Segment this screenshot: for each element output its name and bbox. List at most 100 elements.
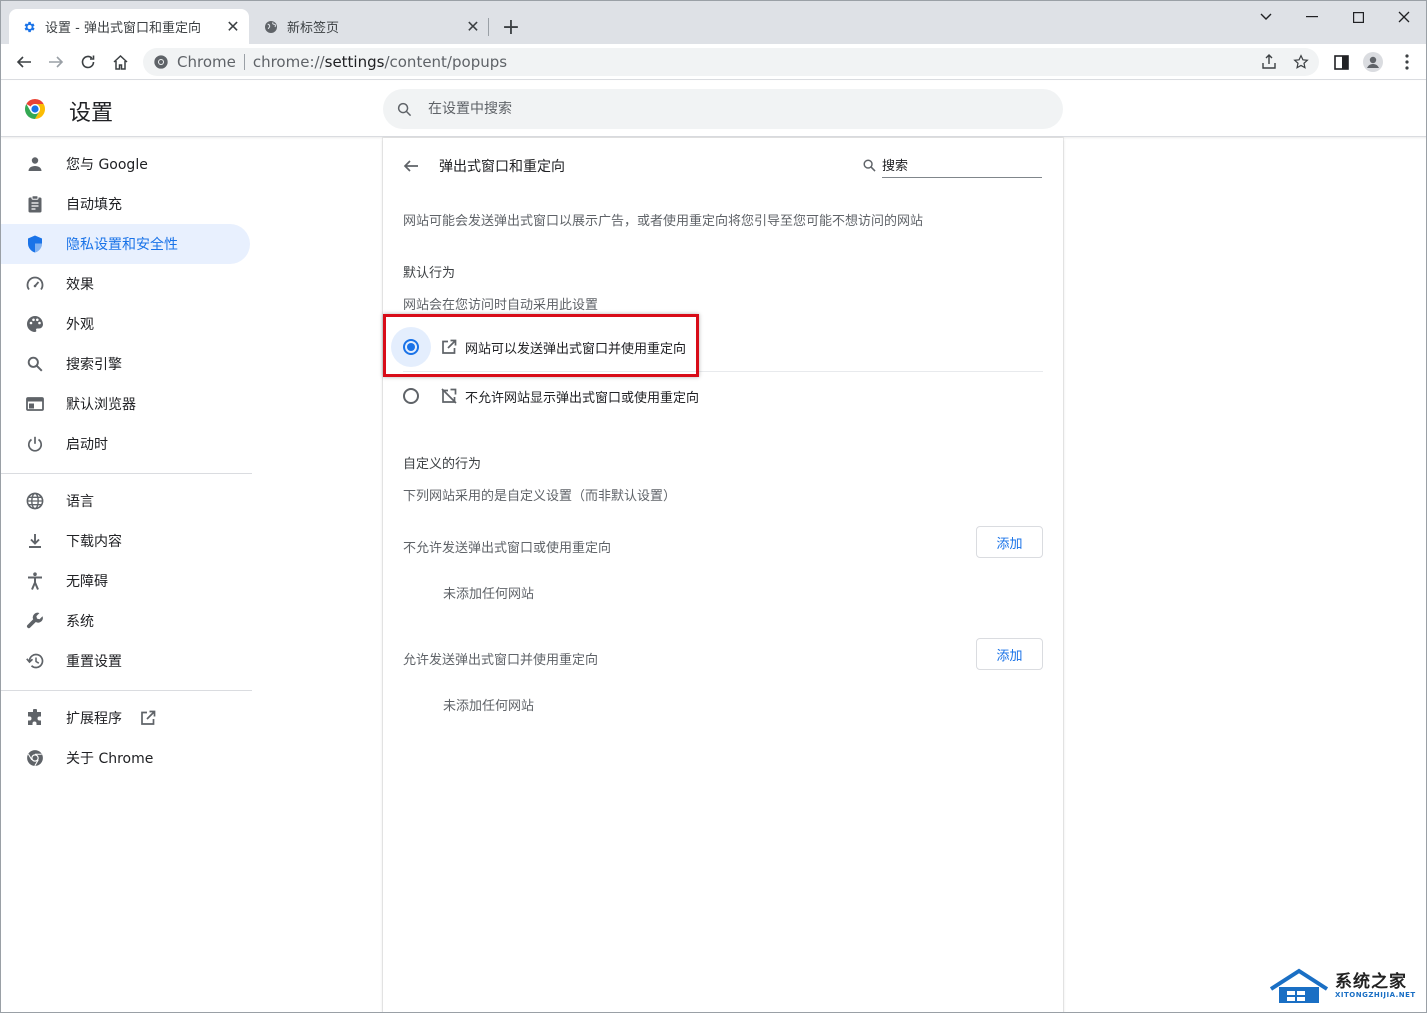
toolbar: Chrome chrome://settings/content/popups	[1, 44, 1426, 80]
wrench-icon	[25, 611, 45, 631]
sidebar-item-default-browser[interactable]: 默认浏览器	[1, 384, 250, 424]
site-search[interactable]: 搜索	[863, 152, 1043, 178]
sidebar-item-performance[interactable]: 效果	[1, 264, 250, 304]
speedometer-icon	[25, 274, 45, 294]
accessibility-icon	[25, 571, 45, 591]
radio-button-checked[interactable]	[403, 339, 419, 355]
option-block-popups[interactable]: 不允许网站显示弹出式窗口或使用重定向	[403, 372, 1043, 420]
sidebar-item-label: 系统	[66, 614, 94, 630]
sidebar-item-privacy[interactable]: 隐私设置和安全性	[1, 224, 250, 264]
sidebar-divider	[1, 473, 252, 474]
share-icon[interactable]	[1255, 48, 1283, 76]
minimize-icon[interactable]	[1289, 1, 1335, 33]
sidebar-item-label: 您与 Google	[66, 157, 148, 173]
menu-kebab-icon[interactable]	[1393, 48, 1421, 76]
sidebar-item-system[interactable]: 系统	[1, 601, 250, 641]
sidebar-item-extensions[interactable]: 扩展程序	[1, 698, 250, 738]
allow-list-empty: 未添加任何网站	[443, 699, 535, 714]
close-tab-icon[interactable]: ✕	[223, 17, 243, 37]
shield-icon	[25, 234, 45, 254]
option-label: 网站可以发送弹出式窗口并使用重定向	[465, 341, 687, 357]
option-allow-popups[interactable]: 网站可以发送弹出式窗口并使用重定向	[391, 323, 1043, 371]
puzzle-icon	[25, 708, 45, 728]
sidebar-item-label: 外观	[66, 317, 94, 333]
sidebar-item-label: 无障碍	[66, 574, 108, 590]
profile-avatar-icon[interactable]	[1359, 48, 1387, 76]
settings-search-input[interactable]	[428, 101, 988, 117]
sidebar-item-autofill[interactable]: 自动填充	[1, 184, 250, 224]
block-list-empty: 未添加任何网站	[443, 587, 535, 602]
tab-search-chevron-icon[interactable]	[1243, 1, 1289, 33]
house-logo-icon	[1269, 968, 1329, 1003]
bookmark-star-icon[interactable]	[1287, 48, 1315, 76]
add-allowed-site-button[interactable]: 添加	[976, 638, 1043, 670]
chrome-icon	[25, 748, 45, 768]
sidebar-item-appearance[interactable]: 外观	[1, 304, 250, 344]
reload-icon[interactable]	[74, 48, 102, 76]
sidebar-item-label: 重置设置	[66, 654, 122, 670]
tab-new-tab[interactable]: 新标签页 ✕	[251, 9, 489, 44]
browser-icon	[25, 394, 45, 414]
sidebar-item-on-startup[interactable]: 启动时	[1, 424, 250, 464]
side-panel-icon[interactable]	[1327, 48, 1355, 76]
custom-behavior-subtitle: 下列网站采用的是自定义设置（而非默认设置）	[403, 489, 677, 504]
popups-settings-card: 弹出式窗口和重定向 搜索 网站可能会发送弹出式窗口以展示广告，或者使用重定向将您…	[383, 138, 1063, 1012]
open-in-new-icon	[140, 710, 156, 726]
chrome-logo-icon	[23, 97, 47, 121]
sidebar-item-label: 默认浏览器	[66, 397, 136, 413]
maximize-icon[interactable]	[1335, 1, 1381, 33]
browser-window: 设置 - 弹出式窗口和重定向 ✕ 新标签页 ✕ + Chrome chrome:…	[0, 0, 1427, 1013]
radio-block[interactable]	[403, 388, 419, 404]
radio-button-unchecked[interactable]	[403, 388, 419, 404]
sidebar-item-you-and-google[interactable]: 您与 Google	[1, 144, 250, 184]
sidebar-item-label: 自动填充	[66, 197, 122, 213]
watermark-name: 系统之家	[1335, 972, 1407, 992]
back-arrow-icon[interactable]	[10, 48, 38, 76]
home-icon[interactable]	[106, 48, 134, 76]
tab-strip: 设置 - 弹出式窗口和重定向 ✕ 新标签页 ✕ +	[1, 1, 1426, 44]
globe-icon	[263, 19, 279, 35]
close-tab-icon[interactable]: ✕	[463, 17, 483, 37]
popup-blocked-icon	[441, 388, 457, 404]
clipboard-icon	[25, 194, 45, 214]
sidebar-item-about-chrome[interactable]: 关于 Chrome	[1, 738, 250, 778]
person-icon	[25, 154, 45, 174]
tab-divider	[488, 18, 489, 36]
tab-title: 新标签页	[287, 21, 340, 36]
page-description: 网站可能会发送弹出式窗口以展示广告，或者使用重定向将您引导至您可能不想访问的网站	[403, 214, 924, 229]
sidebar-item-reset[interactable]: 重置设置	[1, 641, 250, 681]
sidebar-item-accessibility[interactable]: 无障碍	[1, 561, 250, 601]
sidebar-item-label: 语言	[66, 494, 94, 510]
sidebar-item-label: 关于 Chrome	[66, 751, 154, 767]
address-bar[interactable]: Chrome chrome://settings/content/popups	[143, 48, 1319, 76]
watermark-domain: XITONGZHIJIA.NET	[1335, 991, 1416, 999]
radio-allow[interactable]	[391, 327, 431, 367]
forward-arrow-icon[interactable]	[42, 48, 70, 76]
omnibox-divider	[243, 54, 245, 70]
chrome-site-icon	[153, 54, 169, 70]
allow-list-label: 允许发送弹出式窗口并使用重定向	[403, 653, 599, 668]
close-window-icon[interactable]	[1381, 1, 1426, 33]
default-behavior-subtitle: 网站会在您访问时自动采用此设置	[403, 298, 599, 313]
option-label: 不允许网站显示弹出式窗口或使用重定向	[465, 390, 700, 406]
tab-title: 设置 - 弹出式窗口和重定向	[45, 21, 201, 36]
sidebar-item-label: 搜索引擎	[66, 357, 122, 373]
back-button[interactable]	[397, 152, 425, 180]
settings-search[interactable]	[383, 89, 1063, 129]
sidebar-item-label: 效果	[66, 277, 94, 293]
url-text: chrome://settings/content/popups	[252, 53, 508, 71]
add-blocked-site-button[interactable]: 添加	[976, 526, 1043, 558]
tab-settings[interactable]: 设置 - 弹出式窗口和重定向 ✕	[9, 9, 249, 44]
block-list-label: 不允许发送弹出式窗口或使用重定向	[403, 541, 612, 556]
globe-icon	[25, 491, 45, 511]
search-icon	[25, 354, 45, 374]
palette-icon	[25, 314, 45, 334]
default-behavior-heading: 默认行为	[403, 266, 456, 281]
site-search-input[interactable]: 搜索	[882, 152, 1042, 178]
sidebar-item-search-engine[interactable]: 搜索引擎	[1, 344, 250, 384]
sidebar-item-label: 下载内容	[66, 534, 122, 550]
new-tab-button[interactable]: +	[499, 15, 523, 40]
search-icon	[397, 102, 412, 117]
sidebar-item-languages[interactable]: 语言	[1, 481, 250, 521]
sidebar-item-downloads[interactable]: 下载内容	[1, 521, 250, 561]
